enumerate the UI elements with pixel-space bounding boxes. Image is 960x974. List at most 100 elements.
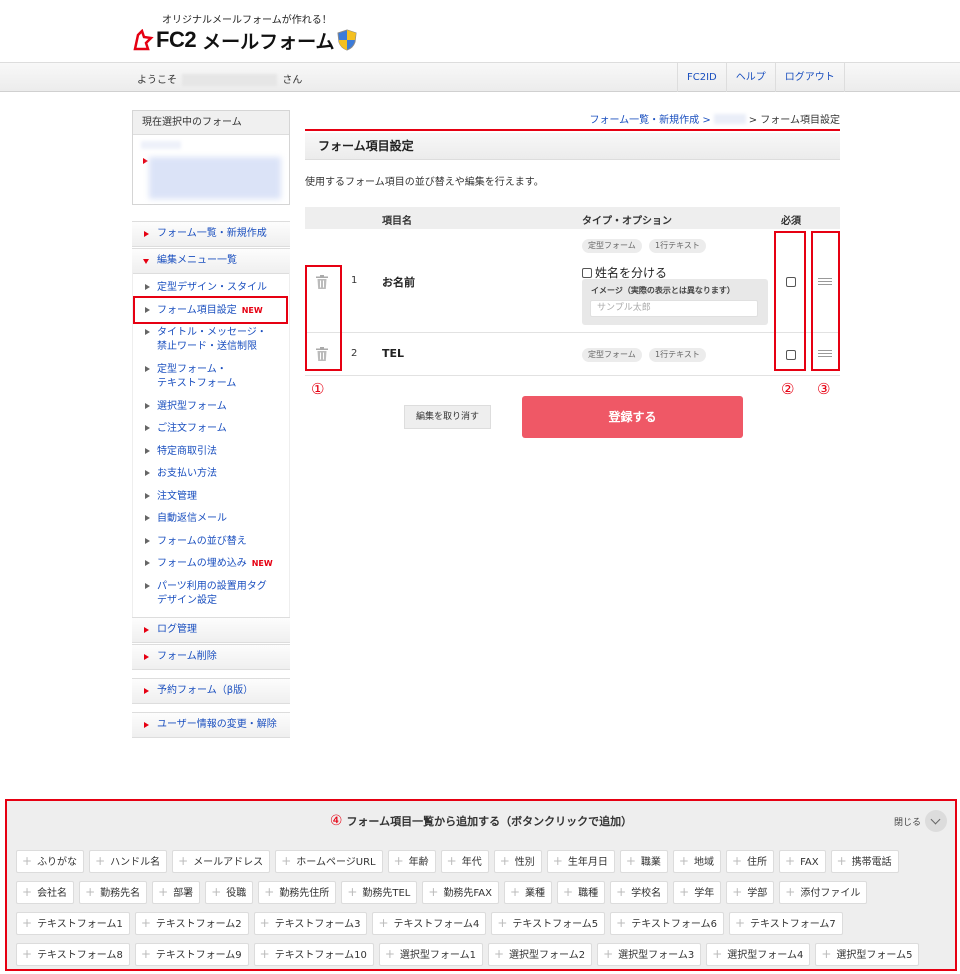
- arrow-right-icon: [145, 538, 150, 544]
- add-field-chip[interactable]: + ふりがな: [16, 850, 85, 873]
- add-field-chip[interactable]: + 性別: [493, 850, 542, 873]
- cancel-edit-button[interactable]: 編集を取り消す: [404, 405, 491, 429]
- add-field-chip[interactable]: + テキストフォーム5: [491, 912, 606, 935]
- sidebar-item-delete[interactable]: フォーム削除: [132, 644, 290, 670]
- add-field-chip[interactable]: + 学校名: [610, 881, 669, 904]
- add-field-chip[interactable]: + 選択型フォーム2: [487, 943, 593, 966]
- add-field-chip[interactable]: + 住所: [725, 850, 775, 873]
- chip-label: 携帯電話: [851, 857, 892, 868]
- sidebar-item-form-list[interactable]: フォーム一覧・新規作成: [132, 221, 290, 247]
- chip-label: 選択型フォーム4: [727, 950, 804, 961]
- add-field-chip[interactable]: + ハンドル名: [89, 850, 168, 873]
- column-type: タイプ・オプション: [582, 216, 672, 227]
- chip-row: + テキストフォーム8 + テキストフォーム9 + テキストフォーム10 + 選択型フォーム1…: [16, 943, 946, 966]
- add-field-chip[interactable]: + 学年: [673, 881, 722, 904]
- title-divider: [305, 129, 840, 131]
- add-field-chip[interactable]: + テキストフォーム7: [728, 912, 843, 935]
- add-field-chip[interactable]: + 選択型フォーム3: [597, 943, 702, 966]
- chip-label: テキストフォーム10: [274, 950, 367, 961]
- sidebar-item-order-form[interactable]: ご注文フォーム: [132, 422, 290, 436]
- add-field-chip[interactable]: + メールアドレス: [172, 850, 271, 873]
- sidebar-item-orders[interactable]: 注文管理: [132, 490, 290, 504]
- add-field-chip[interactable]: + 年齢: [387, 850, 436, 873]
- plus-icon: +: [785, 854, 796, 868]
- register-button[interactable]: 登録する: [522, 396, 743, 438]
- plus-icon: +: [836, 854, 847, 868]
- add-field-chip[interactable]: + 選択型フォーム1: [378, 943, 483, 966]
- sidebar-item-auto-reply[interactable]: 自動返信メール: [132, 512, 290, 526]
- plus-icon: +: [712, 947, 723, 961]
- help-link[interactable]: ヘルプ: [725, 63, 775, 92]
- page-description: 使用するフォーム項目の並び替えや編集を行えます。: [305, 177, 544, 188]
- add-field-chip[interactable]: + 年代: [440, 850, 489, 873]
- marker-4: ④: [329, 813, 343, 829]
- option-tag: 1行テキスト: [649, 239, 706, 253]
- sidebar-item-reserve[interactable]: 予約フォーム（β版）: [132, 678, 290, 704]
- add-field-chip[interactable]: + テキストフォーム6: [610, 912, 724, 935]
- shield-icon: [336, 29, 357, 51]
- plus-icon: +: [378, 916, 389, 930]
- fc2-mailform-logo[interactable]: FC2 メールフォーム: [132, 27, 357, 53]
- preview-input: サンプル太郎: [590, 300, 758, 317]
- plus-icon: +: [211, 885, 222, 899]
- add-field-chip[interactable]: + テキストフォーム9: [134, 943, 249, 966]
- add-field-chip[interactable]: + テキストフォーム4: [372, 912, 487, 935]
- sidebar-item-log[interactable]: ログ管理: [132, 617, 290, 643]
- chip-label: 勤務先住所: [279, 888, 330, 899]
- tagline: オリジナルメールフォームが作れる！: [162, 15, 332, 26]
- add-field-chip[interactable]: + 地域: [672, 850, 721, 873]
- plus-icon: +: [140, 947, 151, 961]
- chip-label: FAX: [800, 857, 819, 868]
- add-field-chip[interactable]: + テキストフォーム8: [16, 943, 130, 966]
- add-field-chip[interactable]: + 学部: [726, 881, 775, 904]
- sidebar-item-label-line2: 禁止ワード・送信制限: [157, 341, 257, 352]
- logout-link[interactable]: ログアウト: [774, 63, 845, 92]
- column-name: 項目名: [382, 216, 412, 227]
- add-field-chip[interactable]: + ホームページURL: [275, 850, 383, 873]
- add-field-chip[interactable]: + 部署: [152, 881, 201, 904]
- add-field-chip[interactable]: + 職業: [619, 850, 668, 873]
- add-field-chip[interactable]: + テキストフォーム10: [253, 943, 374, 966]
- add-field-chip[interactable]: + 勤務先住所: [258, 881, 337, 904]
- add-field-chip[interactable]: + 勤務先TEL: [341, 881, 418, 904]
- sidebar-item-payment[interactable]: お支払い方法: [132, 467, 290, 481]
- add-field-chip[interactable]: + FAX: [779, 850, 826, 873]
- add-field-chip[interactable]: + テキストフォーム1: [16, 912, 130, 935]
- sidebar-item-design-style[interactable]: 定型デザイン・スタイル: [132, 281, 290, 295]
- arrow-right-icon: [144, 627, 149, 633]
- sidebar-item-form-sort[interactable]: フォームの並び替え: [132, 535, 290, 549]
- sidebar-item-fixed-text-form[interactable]: 定型フォーム・ テキストフォーム: [132, 363, 290, 391]
- add-field-chip[interactable]: + 携帯電話: [830, 850, 899, 873]
- add-field-chip[interactable]: + 業種: [503, 881, 553, 904]
- add-field-chip[interactable]: + 選択型フォーム5: [815, 943, 920, 966]
- sidebar-item-select-form[interactable]: 選択型フォーム: [132, 400, 290, 414]
- panel-title-text: フォーム項目一覧から追加する（ボタンクリックで追加）: [346, 815, 633, 828]
- arrow-down-icon: [143, 259, 149, 264]
- plus-icon: +: [625, 854, 636, 868]
- sidebar-item-embed[interactable]: フォームの埋め込み NEW: [132, 557, 290, 571]
- breadcrumb-form-list-link[interactable]: フォーム一覧・新規作成 >: [589, 111, 710, 126]
- fc2id-link[interactable]: FC2ID: [677, 63, 726, 92]
- sidebar-item-user[interactable]: ユーザー情報の変更・解除: [132, 712, 290, 738]
- add-field-chip[interactable]: + 勤務先FAX: [422, 881, 499, 904]
- add-field-chip[interactable]: + 役職: [205, 881, 254, 904]
- close-panel-button[interactable]: 閉じる: [894, 810, 947, 832]
- plus-icon: +: [281, 854, 292, 868]
- sidebar-item-parts-tag[interactable]: パーツ利用の設置用タグ デザイン設定: [132, 580, 290, 608]
- add-field-chip[interactable]: + 選択型フォーム4: [706, 943, 811, 966]
- plus-icon: +: [347, 885, 358, 899]
- top-links: FC2ID ヘルプ ログアウト: [677, 63, 845, 92]
- add-field-chip[interactable]: + 職種: [557, 881, 606, 904]
- sidebar-item-commerce-law[interactable]: 特定商取引法: [132, 445, 290, 459]
- add-field-chip[interactable]: + 会社名: [16, 881, 75, 904]
- add-field-chip[interactable]: + テキストフォーム2: [134, 912, 249, 935]
- plus-icon: +: [552, 854, 563, 868]
- sidebar-item-title-message[interactable]: タイトル・メッセージ・ 禁止ワード・送信制限: [132, 326, 290, 354]
- add-field-chip[interactable]: + 生年月日: [546, 850, 615, 873]
- add-field-chip[interactable]: + 勤務先名: [79, 881, 148, 904]
- plus-icon: +: [603, 947, 614, 961]
- add-field-chip[interactable]: + 添付ファイル: [779, 881, 868, 904]
- sidebar-item-edit-menu[interactable]: 編集メニュー一覧: [132, 248, 290, 274]
- current-form-name-redacted[interactable]: [149, 157, 281, 199]
- add-field-chip[interactable]: + テキストフォーム3: [253, 912, 368, 935]
